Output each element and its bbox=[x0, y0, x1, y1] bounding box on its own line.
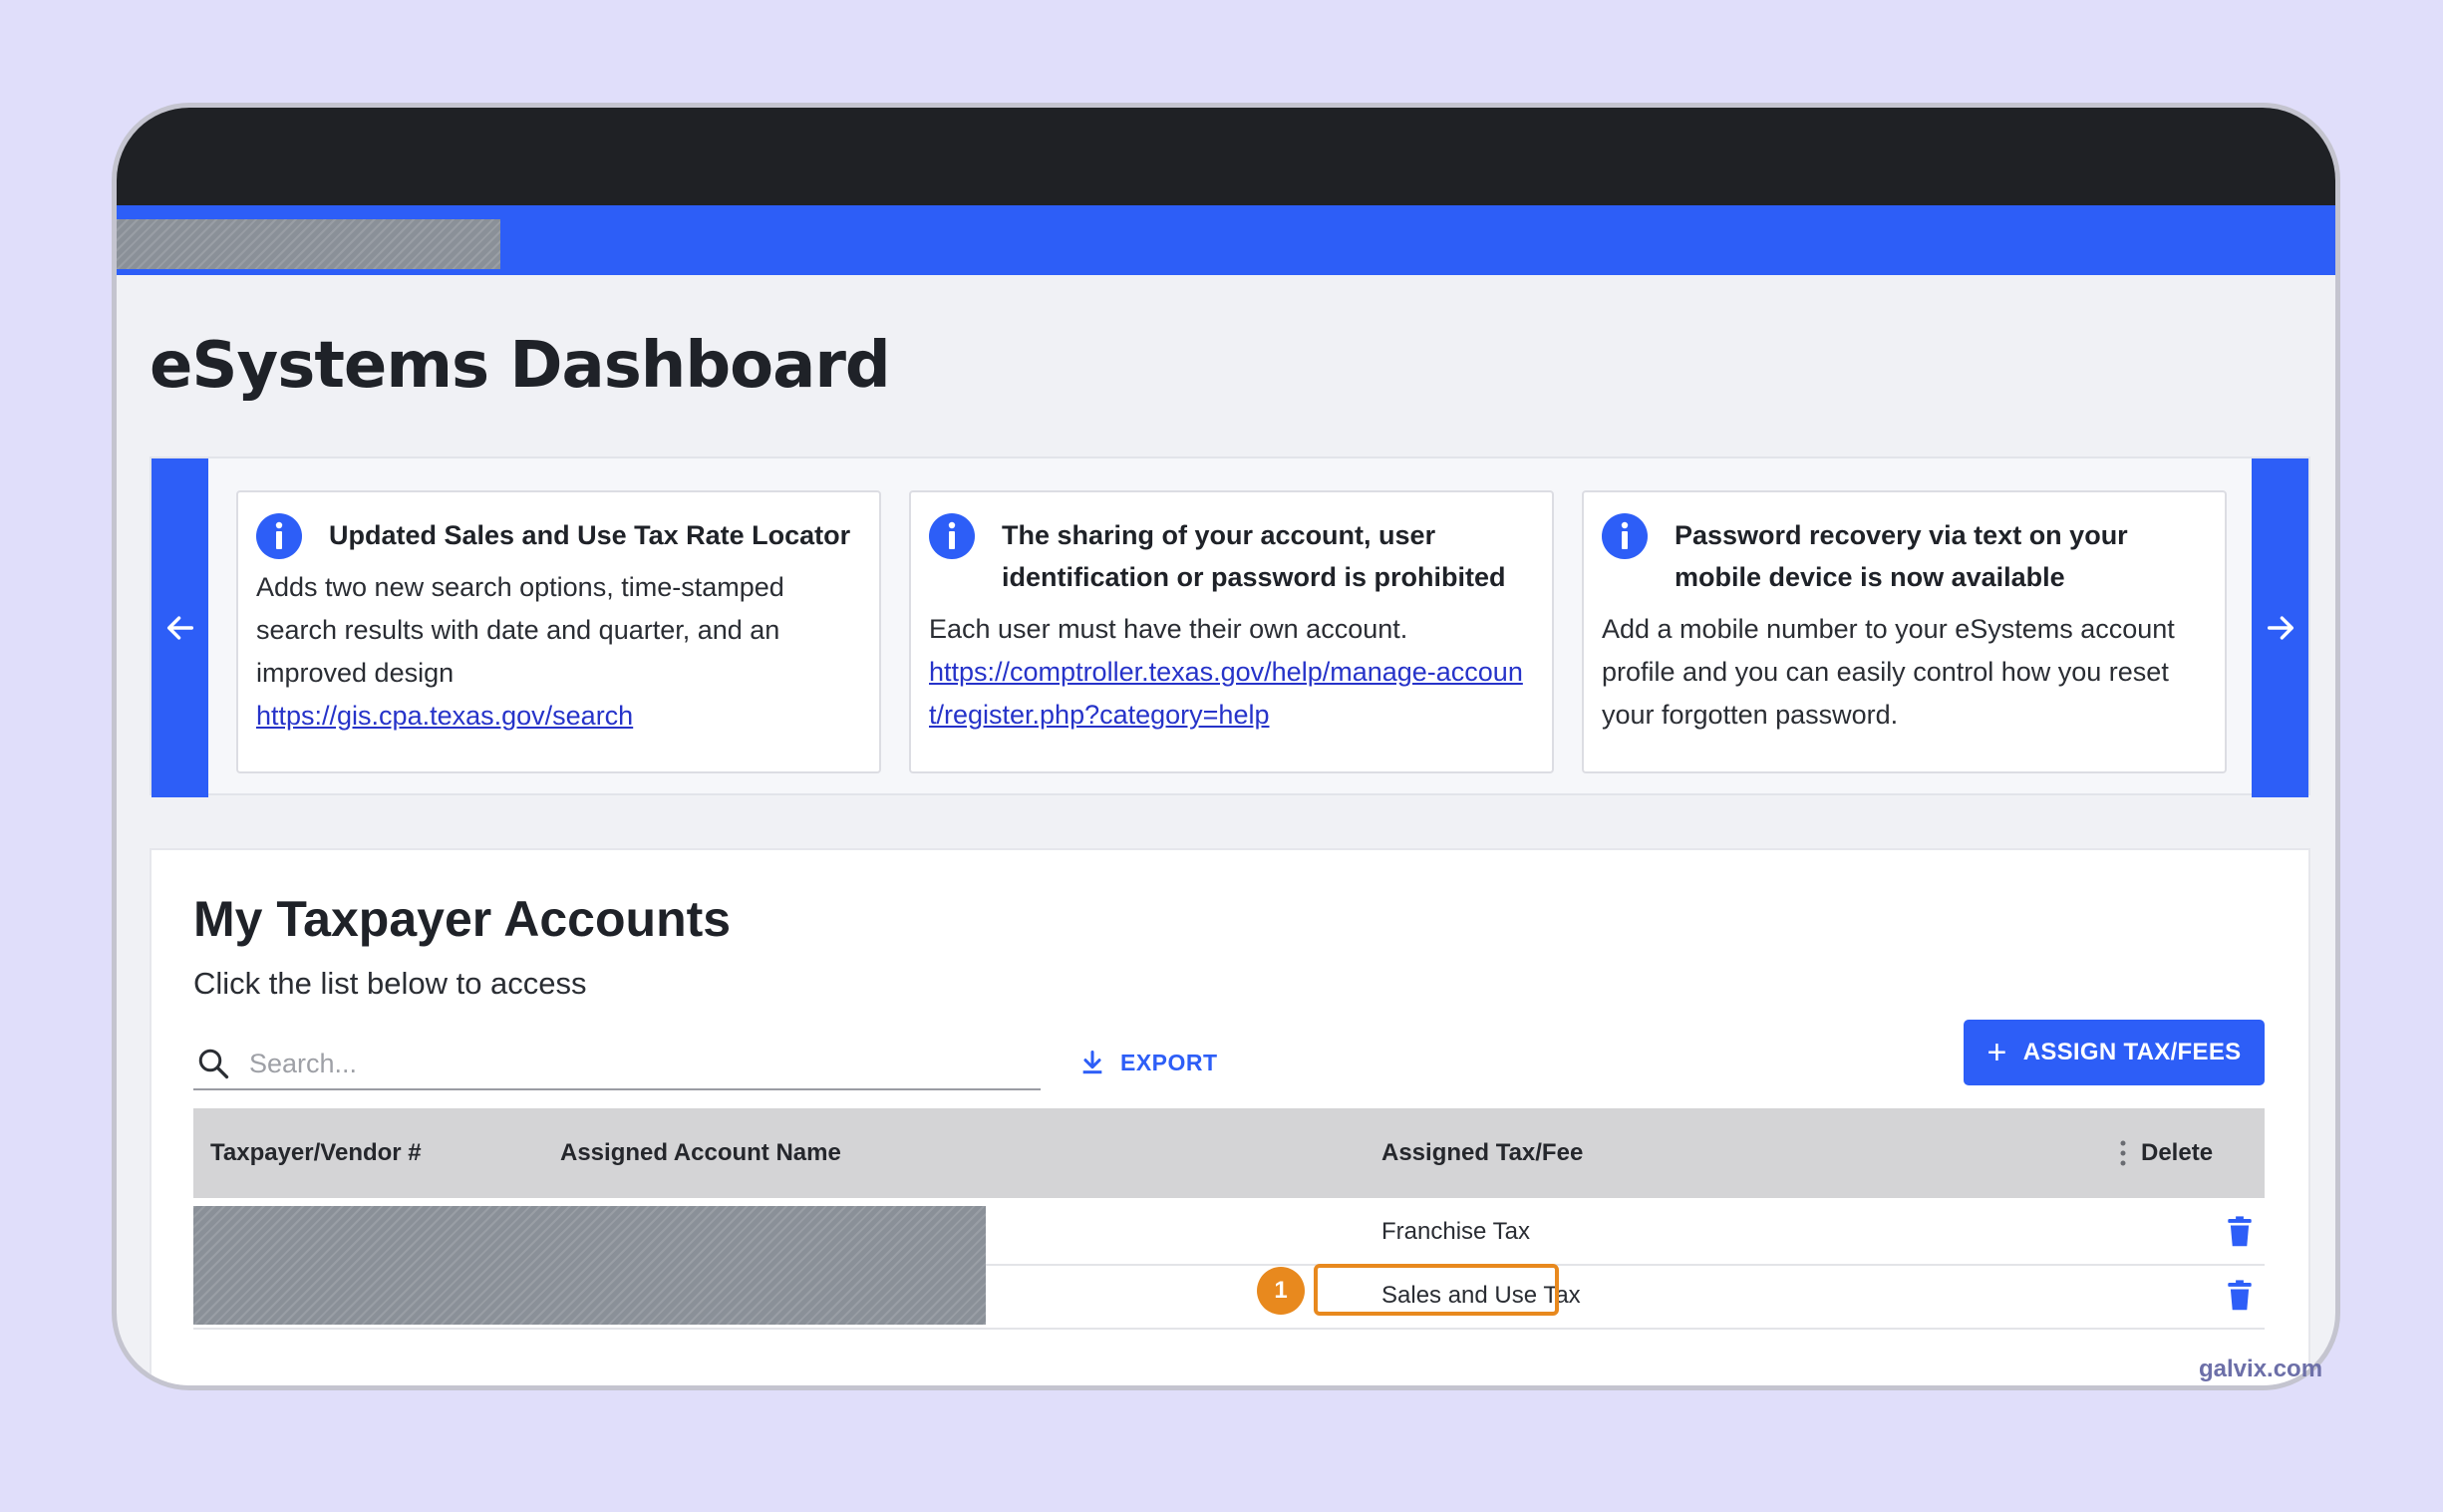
announcement-body: Add a mobile number to your eSystems acc… bbox=[1602, 608, 2207, 737]
info-icon bbox=[256, 513, 302, 559]
top-header-bar bbox=[117, 108, 2335, 205]
announcement-title: Updated Sales and Use Tax Rate Locator bbox=[329, 520, 851, 550]
assign-label: ASSIGN TAX/FEES bbox=[2022, 1039, 2242, 1065]
section-subtitle: Click the list below to access bbox=[193, 966, 587, 1001]
announcement-title: The sharing of your account, user identi… bbox=[1002, 520, 1506, 592]
export-button[interactable]: EXPORT bbox=[1078, 1049, 1218, 1076]
kebab-menu-icon[interactable] bbox=[2118, 1138, 2128, 1168]
announcement-card: The sharing of your account, user identi… bbox=[909, 490, 1554, 773]
taxpayer-accounts-panel: My Taxpayer Accounts Click the list belo… bbox=[150, 848, 2310, 1385]
download-icon bbox=[1082, 1050, 1102, 1074]
info-icon bbox=[1602, 513, 1648, 559]
search-input[interactable] bbox=[249, 1048, 1007, 1079]
column-header-account-name[interactable]: Assigned Account Name bbox=[560, 1139, 841, 1167]
assigned-tax-cell: Franchise Tax bbox=[1381, 1218, 1530, 1245]
announcement-text: Add a mobile number to your eSystems acc… bbox=[1602, 614, 2175, 730]
announcement-text: Adds two new search options, time-stampe… bbox=[256, 572, 784, 688]
announcement-title: Password recovery via text on your mobil… bbox=[1675, 520, 2128, 592]
trash-icon[interactable] bbox=[2227, 1216, 2253, 1248]
arrow-right-icon bbox=[2267, 616, 2293, 640]
trash-icon[interactable] bbox=[2227, 1280, 2253, 1312]
announcement-carousel: Updated Sales and Use Tax Rate Locator A… bbox=[150, 456, 2310, 797]
announcement-link[interactable]: https://gis.cpa.texas.gov/search bbox=[256, 701, 633, 731]
redacted-brand-area bbox=[117, 219, 500, 269]
plus-icon: + bbox=[1986, 1034, 2007, 1071]
announcement-body: Adds two new search options, time-stampe… bbox=[256, 566, 861, 738]
highlight-box bbox=[1314, 1264, 1559, 1316]
watermark: galvix.com bbox=[2199, 1356, 2323, 1382]
column-header-delete: Delete bbox=[2141, 1139, 2214, 1166]
carousel-prev-button[interactable] bbox=[152, 458, 208, 797]
search-icon bbox=[198, 1049, 229, 1079]
assign-tax-fees-button[interactable]: + ASSIGN TAX/FEES bbox=[1964, 1020, 2265, 1085]
step-badge: 1 bbox=[1257, 1267, 1305, 1315]
browser-frame: eSystems Dashboard Updated Sales and Use… bbox=[112, 103, 2340, 1390]
section-title: My Taxpayer Accounts bbox=[193, 891, 732, 947]
column-header-vendor[interactable]: Taxpayer/Vendor # bbox=[210, 1139, 422, 1167]
announcement-card: Password recovery via text on your mobil… bbox=[1582, 490, 2227, 773]
page-title: eSystems Dashboard bbox=[150, 329, 891, 403]
redacted-account-details bbox=[193, 1206, 986, 1325]
announcement-link[interactable]: https://comptroller.texas.gov/help/manag… bbox=[929, 657, 1523, 730]
search-field bbox=[193, 1039, 1041, 1090]
column-header-tax-fee[interactable]: Assigned Tax/Fee bbox=[1381, 1139, 1583, 1167]
carousel-next-button[interactable] bbox=[2252, 458, 2308, 797]
table-header: Taxpayer/Vendor # Assigned Account Name … bbox=[193, 1108, 2265, 1198]
arrow-left-icon bbox=[166, 616, 193, 640]
announcement-text: Each user must have their own account. bbox=[929, 614, 1408, 644]
info-icon bbox=[929, 513, 975, 559]
announcement-body: Each user must have their own account. h… bbox=[929, 608, 1534, 737]
export-label: EXPORT bbox=[1120, 1049, 1218, 1075]
announcement-card: Updated Sales and Use Tax Rate Locator A… bbox=[236, 490, 881, 773]
